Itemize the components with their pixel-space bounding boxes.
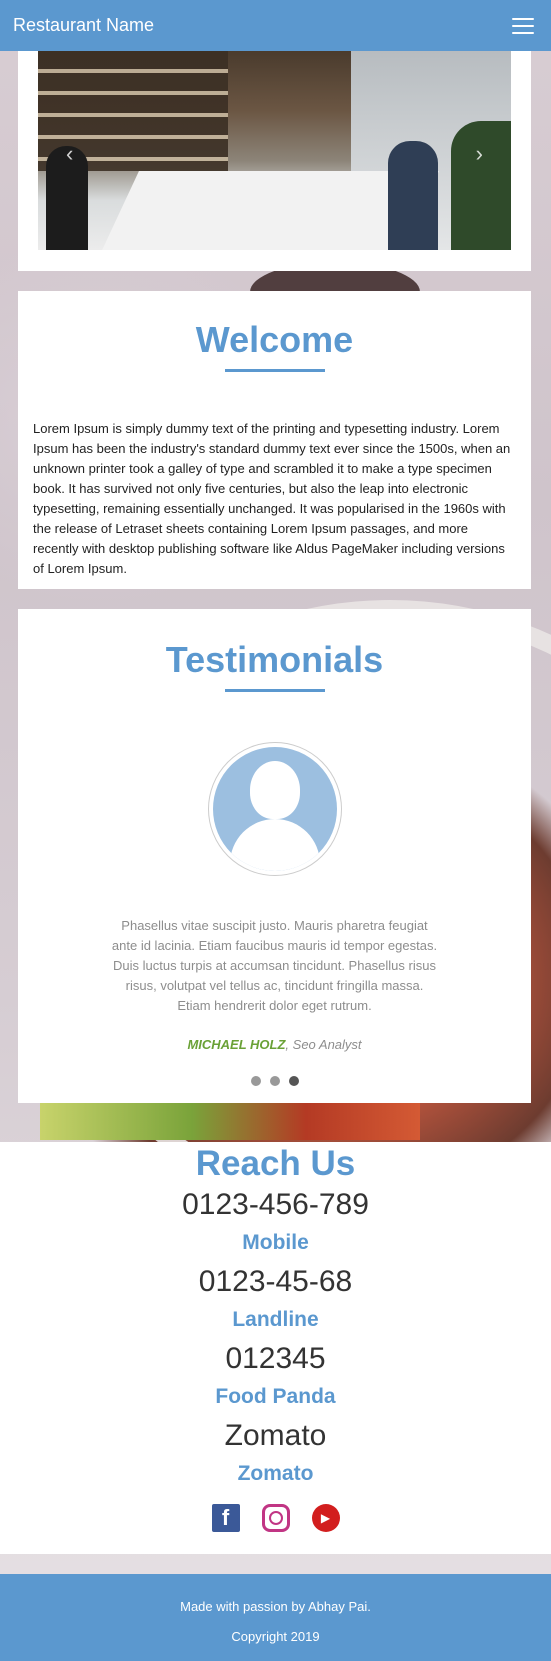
user-icon [212,747,337,871]
title-underline [224,689,325,692]
indicator-dot[interactable] [269,1076,280,1086]
mobile-number: 0123-456-789 [182,1188,369,1221]
menu-toggle-icon[interactable] [508,15,538,37]
carousel-indicators [18,1076,531,1086]
navbar: Restaurant Name [0,0,551,51]
foodpanda-id: 012345 [225,1342,326,1375]
youtube-icon[interactable]: ▶ [311,1504,340,1532]
brand-link[interactable]: Restaurant Name [13,15,154,36]
landline-number: 0123-45-68 [198,1265,353,1298]
footer: Made with passion by Abhay Pai. Copyrigh… [0,1574,551,1661]
instagram-icon[interactable] [261,1504,290,1532]
author-name: MICHAEL HOLZ [187,1037,286,1052]
facebook-icon[interactable]: f [211,1504,240,1532]
indicator-dot[interactable] [250,1076,261,1086]
reach-us-title: Reach Us [195,1144,356,1183]
welcome-text: Lorem Ipsum is simply dummy text of the … [33,421,511,576]
carousel-next-icon[interactable]: › [476,141,483,167]
mobile-label: Mobile [242,1231,309,1254]
landline-label: Landline [232,1308,319,1331]
title-underline [224,369,325,372]
zomato-label: Zomato [237,1462,314,1485]
testimonials-title: Testimonials [165,639,384,680]
footer-copyright: Copyright 2019 [231,1629,320,1644]
testimonial-quote: Phasellus vitae suscipit justo. Mauris p… [111,918,438,1013]
footer-credit: Made with passion by Abhay Pai. [180,1599,371,1614]
foodpanda-label: Food Panda [215,1385,336,1408]
social-links: f ▶ [0,1504,551,1532]
reach-us-section: Reach Us 0123-456-789 Mobile 0123-45-68 … [0,1142,551,1554]
image-carousel: ‹ › [18,30,531,271]
carousel-image: ‹ › [38,51,511,250]
welcome-section: Welcome Lorem Ipsum is simply dummy text… [18,291,531,589]
welcome-title: Welcome [195,319,354,360]
carousel-prev-icon[interactable]: ‹ [66,141,73,167]
indicator-dot-active[interactable] [288,1076,299,1086]
testimonial-author: MICHAEL HOLZ, Seo Analyst [18,1037,531,1052]
avatar [207,742,342,876]
testimonials-section: Testimonials Phasellus vitae suscipit ju… [18,609,531,1103]
author-role: , Seo Analyst [285,1037,362,1052]
zomato-id: Zomato [224,1419,327,1452]
